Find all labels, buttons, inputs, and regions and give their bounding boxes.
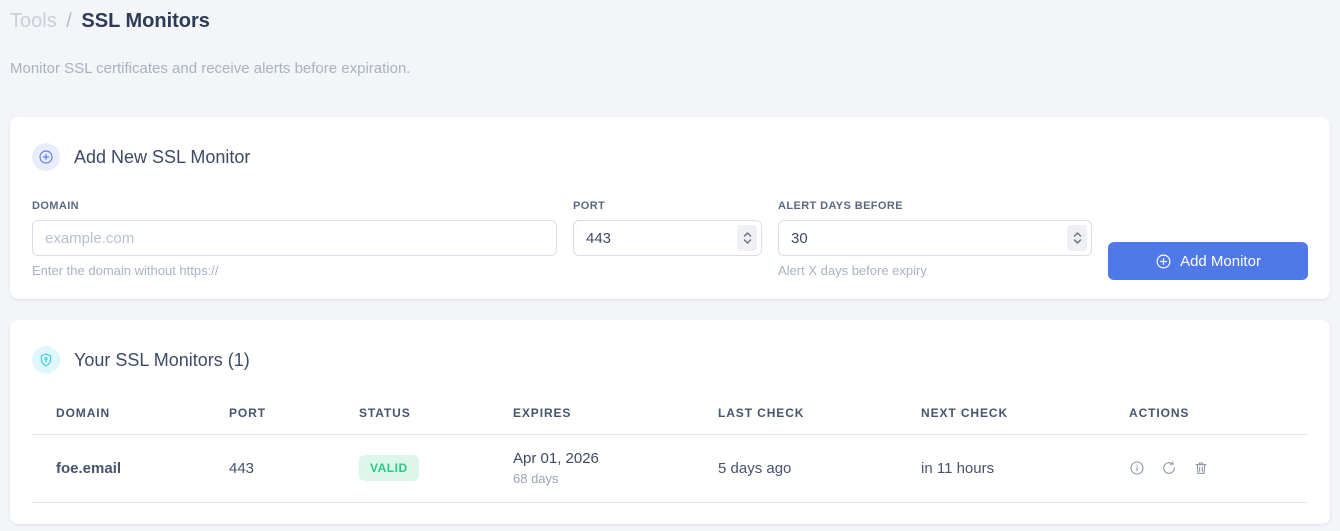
column-header-actions: ACTIONS [1129,389,1308,435]
breadcrumb-separator: / [66,10,72,32]
add-monitor-card-header: Add New SSL Monitor [32,143,1308,171]
alert-days-label: ALERT DAYS BEFORE [778,200,903,212]
column-header-last-check: LAST CHECK [718,389,921,435]
refresh-icon[interactable] [1161,460,1177,476]
domain-field-group: DOMAIN Enter the domain without https:// [32,199,557,278]
shield-icon [32,346,60,374]
domain-helper-text: Enter the domain without https:// [32,263,219,278]
cell-actions [1129,434,1308,503]
column-header-port: PORT [229,389,359,435]
monitors-card-title: Your SSL Monitors (1) [74,349,250,370]
add-monitor-form: DOMAIN Enter the domain without https://… [32,199,1308,280]
add-monitor-button-label: Add Monitor [1180,252,1261,270]
port-stepper[interactable] [737,225,757,251]
cell-last-check: 5 days ago [718,434,921,503]
plus-circle-icon [1155,253,1172,270]
breadcrumb: Tools / SSL Monitors [10,8,1330,34]
expires-date: Apr 01, 2026 [513,450,599,467]
monitors-card-header: Your SSL Monitors (1) [32,346,1308,374]
cell-next-check: in 11 hours [921,434,1129,503]
cell-port: 443 [229,434,359,503]
alert-days-helper-text: Alert X days before expiry [778,263,927,278]
add-monitor-button[interactable]: Add Monitor [1108,242,1308,280]
cell-domain: foe.email [32,434,229,503]
table-header-row: DOMAIN PORT STATUS EXPIRES LAST CHECK NE… [32,389,1308,435]
ssl-monitors-page: Tools / SSL Monitors Monitor SSL certifi… [0,0,1340,524]
column-header-expires: EXPIRES [513,389,718,435]
alert-days-field-group: ALERT DAYS BEFORE Alert X days before ex… [778,199,1092,278]
column-header-domain: DOMAIN [32,389,229,435]
status-badge: VALID [359,455,419,481]
monitors-table: DOMAIN PORT STATUS EXPIRES LAST CHECK NE… [32,389,1308,503]
trash-icon[interactable] [1193,460,1209,476]
add-monitor-card: Add New SSL Monitor DOMAIN Enter the dom… [10,117,1330,299]
domain-label: DOMAIN [32,200,80,212]
cell-expires: Apr 01, 2026 68 days [513,434,718,503]
add-monitor-card-title: Add New SSL Monitor [74,146,251,167]
monitors-list-card: Your SSL Monitors (1) DOMAIN PORT STATUS… [10,320,1330,524]
alert-days-stepper[interactable] [1067,225,1087,251]
page-subtitle: Monitor SSL certificates and receive ale… [10,60,411,77]
port-label: PORT [573,200,606,212]
port-field-group: PORT [573,199,762,256]
plus-circle-icon [32,143,60,171]
cell-status: VALID [359,434,513,503]
domain-input[interactable] [32,220,557,256]
breadcrumb-tools-link[interactable]: Tools [10,10,57,32]
column-header-status: STATUS [359,389,513,435]
port-input[interactable] [573,220,762,256]
column-header-next-check: NEXT CHECK [921,389,1129,435]
alert-days-input[interactable] [778,220,1092,256]
expires-days-remaining: 68 days [513,471,559,486]
info-icon[interactable] [1129,460,1145,476]
table-row: foe.email 443 VALID Apr 01, 2026 68 days… [32,434,1308,503]
page-title: SSL Monitors [81,10,210,32]
